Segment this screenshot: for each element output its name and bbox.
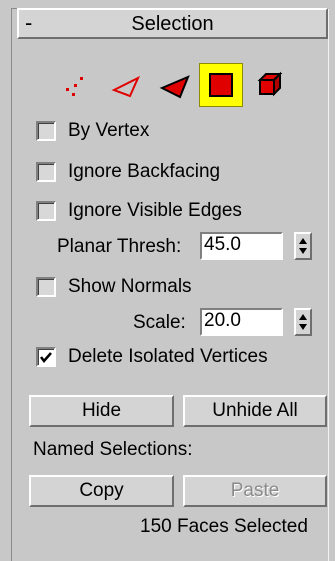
- hide-button[interactable]: Hide: [29, 395, 174, 427]
- selection-level-toolbar: [0, 63, 335, 113]
- spinner-down-arrow-icon[interactable]: [299, 324, 307, 330]
- rollout-titlebar[interactable]: - Selection: [17, 8, 328, 39]
- scale-label: Scale:: [133, 312, 186, 333]
- face-mode-button[interactable]: [153, 63, 197, 107]
- named-selections-label: Named Selections:: [33, 439, 193, 460]
- spinner-down-arrow-icon[interactable]: [299, 248, 307, 254]
- by-vertex-checkbox[interactable]: [36, 121, 56, 141]
- rollout-title: Selection: [131, 13, 214, 35]
- polygon-mode-button[interactable]: [199, 63, 243, 107]
- edge-icon: [111, 75, 141, 98]
- polygon-icon: [209, 73, 233, 97]
- ignore-backfacing-checkbox[interactable]: [36, 162, 56, 182]
- scale-input[interactable]: 20.0: [200, 308, 283, 336]
- vertex-icon: [66, 77, 83, 96]
- ignore-visible-edges-label: Ignore Visible Edges: [68, 200, 242, 221]
- selection-status-text: 150 Faces Selected: [140, 516, 308, 537]
- copy-button[interactable]: Copy: [29, 475, 174, 507]
- spinner-up-arrow-icon[interactable]: [299, 314, 307, 320]
- edge-mode-button[interactable]: [105, 63, 149, 107]
- unhide-all-button[interactable]: Unhide All: [183, 395, 327, 427]
- planar-thresh-input[interactable]: 45.0: [200, 232, 283, 260]
- planar-thresh-label: Planar Thresh:: [57, 236, 182, 257]
- element-icon: [257, 71, 283, 97]
- show-normals-label: Show Normals: [68, 276, 192, 297]
- ignore-backfacing-label: Ignore Backfacing: [68, 161, 221, 182]
- ignore-visible-edges-checkbox[interactable]: [36, 201, 56, 221]
- planar-thresh-spinner[interactable]: [294, 232, 312, 260]
- by-vertex-label: By Vertex: [68, 120, 150, 141]
- paste-button: Paste: [183, 475, 327, 507]
- face-icon: [159, 75, 190, 99]
- show-normals-checkbox[interactable]: [36, 277, 56, 297]
- scale-spinner[interactable]: [294, 308, 312, 336]
- spinner-up-arrow-icon[interactable]: [299, 238, 307, 244]
- delete-isolated-vertices-checkbox[interactable]: [36, 347, 56, 367]
- element-mode-button[interactable]: [247, 63, 291, 107]
- delete-isolated-vertices-label: Delete Isolated Vertices: [68, 346, 268, 367]
- checkmark-icon: [40, 352, 52, 363]
- vertex-mode-button[interactable]: [55, 63, 99, 107]
